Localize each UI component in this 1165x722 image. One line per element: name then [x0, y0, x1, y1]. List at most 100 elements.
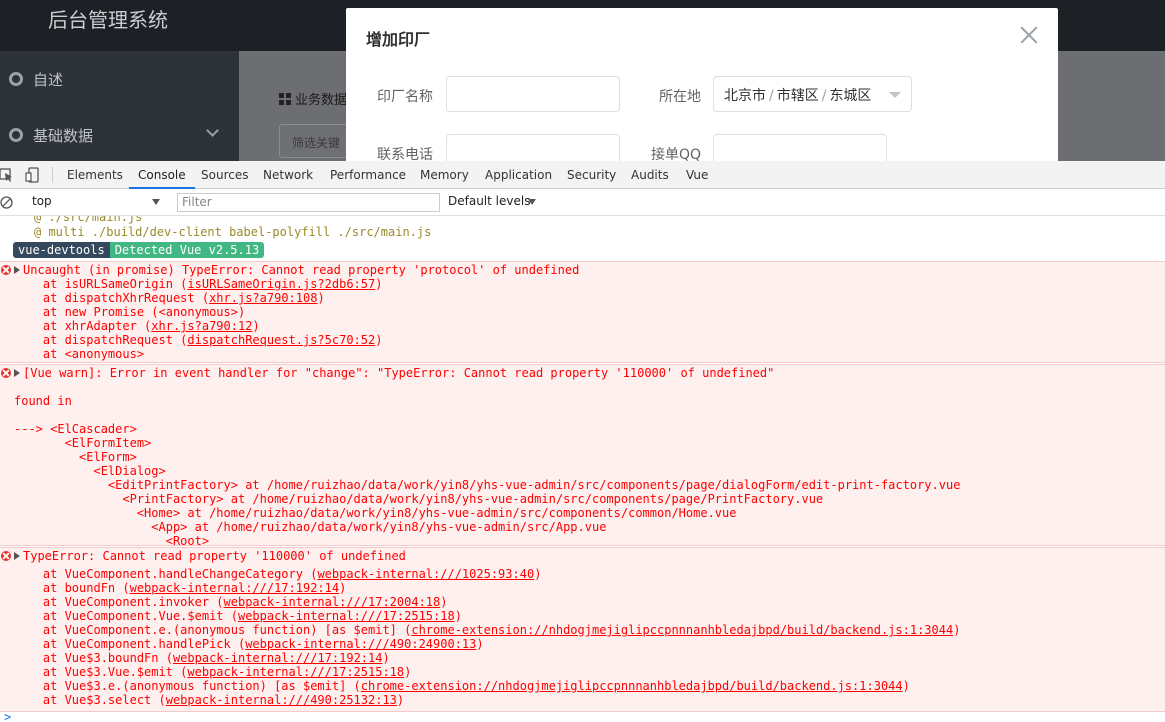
source-link[interactable]: webpack-internal:///490:25132:13	[166, 693, 397, 707]
dialog-title: 增加印厂	[366, 30, 431, 49]
stack-frame: at new Promise (<anonymous>)	[14, 305, 246, 319]
divider	[52, 167, 53, 183]
stack-frame: at xhrAdapter (xhr.js?a790:12)	[14, 319, 260, 333]
console-toolbar: top Filter Default levels	[0, 189, 1165, 216]
stack-frame: at VueComponent.e.(anonymous function) […	[14, 623, 961, 637]
component-tree-line: <PrintFactory> at /home/ruizhao/data/wor…	[14, 492, 824, 506]
source-link[interactable]: xhr.js?a790:12	[151, 319, 252, 333]
tab-memory[interactable]: Memory	[420, 161, 469, 189]
tab-application[interactable]: Application	[485, 161, 552, 189]
devtools-panel: Elements Console Sources Network Perform…	[0, 161, 1165, 722]
error-icon	[1, 551, 11, 561]
log-line: @ multi ./build/dev-client babel-polyfil…	[34, 225, 432, 239]
location-cascader[interactable]: 北京市 / 市辖区 / 东城区	[713, 76, 912, 112]
error-message: [Vue warn]: Error in event handler for "…	[23, 366, 775, 380]
vue-devtools-badge: vue-devtools Detected Vue v2.5.13	[13, 242, 265, 258]
log-line: @ ./src/main.js	[34, 216, 143, 224]
dropdown-arrow-icon	[152, 199, 160, 205]
qq-label: 接单QQ	[651, 147, 702, 161]
inspect-element-icon[interactable]	[0, 167, 14, 183]
component-tree-line: <Root>	[14, 534, 210, 548]
source-link[interactable]: xhr.js?a790:108	[209, 291, 317, 305]
tab-network[interactable]: Network	[263, 161, 313, 189]
brand-title: 后台管理系统	[48, 8, 168, 32]
tab-security[interactable]: Security	[567, 161, 616, 189]
factory-name-label: 印厂名称	[377, 89, 433, 105]
stack-frame: at isURLSameOrigin (isURLSameOrigin.js?2…	[14, 277, 383, 291]
source-link[interactable]: webpack-internal:///17:192:14	[173, 651, 383, 665]
stack-frame: at Vue$3.Vue.$emit (webpack-internal:///…	[14, 665, 412, 679]
found-in-label: found in	[14, 394, 72, 408]
app-area: 后台管理系统 自述 基础数据 业务数据 筛选关键 增加印厂 印厂名称 所在地 北…	[0, 0, 1165, 161]
error-message: Uncaught (in promise) TypeError: Cannot …	[23, 263, 580, 277]
section-title: 业务数据	[279, 89, 347, 108]
tab-audits[interactable]: Audits	[631, 161, 669, 189]
add-factory-dialog: 增加印厂 印厂名称 所在地 北京市 / 市辖区 / 东城区 联系电话 接单QQ	[346, 8, 1058, 161]
error-message: TypeError: Cannot read property '110000'…	[23, 549, 406, 563]
component-tree-line: <ElFormItem>	[14, 436, 152, 450]
source-link[interactable]: chrome-extension://nhdogjmejiglipccpnnna…	[411, 623, 953, 637]
stack-frame: at VueComponent.Vue.$emit (webpack-inter…	[14, 609, 462, 623]
source-link[interactable]: webpack-internal:///17:2515:18	[238, 609, 455, 623]
gear-icon	[9, 72, 23, 86]
component-tree-line: <App> at /home/ruizhao/data/work/yin8/yh…	[14, 520, 607, 534]
source-link[interactable]: webpack-internal:///490:24900:13	[245, 637, 476, 651]
stack-frame: at VueComponent.handleChangeCategory (we…	[14, 567, 542, 581]
factory-name-input[interactable]	[446, 76, 620, 112]
source-link[interactable]: dispatchRequest.js?5c70:52	[187, 333, 375, 347]
source-link[interactable]: webpack-internal:///17:2515:18	[187, 665, 404, 679]
gear-icon	[9, 128, 23, 142]
sidebar-item-label: 基础数据	[33, 126, 94, 145]
phone-label: 联系电话	[377, 147, 433, 161]
location-label: 所在地	[659, 89, 701, 105]
qq-input[interactable]	[713, 134, 887, 161]
dropdown-arrow-icon	[889, 92, 901, 98]
component-tree-line: <Home> at /home/ruizhao/data/work/yin8/y…	[14, 506, 737, 520]
expand-triangle-icon[interactable]	[14, 552, 20, 560]
stack-frame: at Vue$3.boundFn (webpack-internal:///17…	[14, 651, 390, 665]
console-output: @ ./src/main.js @ multi ./build/dev-clie…	[0, 216, 1165, 722]
console-prompt-icon[interactable]: >	[4, 710, 11, 722]
source-link[interactable]: isURLSameOrigin.js?2db6:57	[187, 277, 375, 291]
tab-elements[interactable]: Elements	[67, 161, 123, 189]
stack-frame: at Vue$3.e.(anonymous function) [as $emi…	[14, 679, 910, 693]
expand-triangle-icon[interactable]	[14, 369, 20, 377]
sidebar: 自述 基础数据	[0, 51, 239, 161]
sidebar-item-label: 自述	[33, 70, 64, 89]
stack-frame: at Vue$3.select (webpack-internal:///490…	[14, 693, 405, 707]
devtools-tabbar: Elements Console Sources Network Perform…	[0, 161, 1165, 189]
console-filter-input[interactable]: Filter	[177, 193, 440, 212]
tab-performance[interactable]: Performance	[330, 161, 406, 189]
phone-input[interactable]	[446, 134, 620, 161]
stack-frame: at dispatchRequest (dispatchRequest.js?5…	[14, 333, 383, 347]
context-selector[interactable]: top	[32, 194, 52, 208]
grid-icon	[279, 92, 291, 105]
component-tree-line: <ElForm>	[14, 450, 137, 464]
chevron-down-icon	[206, 124, 219, 137]
tab-sources[interactable]: Sources	[201, 161, 248, 189]
stack-frame: at <anonymous>	[14, 347, 145, 361]
component-tree-line: <ElDialog>	[14, 464, 166, 478]
sidebar-item-base-data[interactable]: 基础数据	[0, 107, 239, 161]
stack-frame: at boundFn (webpack-internal:///17:192:1…	[14, 581, 347, 595]
source-link[interactable]: webpack-internal:///1025:93:40	[317, 567, 534, 581]
close-icon[interactable]	[1018, 24, 1040, 46]
clear-console-icon[interactable]	[0, 196, 13, 209]
component-tree-line: <EditPrintFactory> at /home/ruizhao/data…	[14, 478, 961, 492]
source-link[interactable]: chrome-extension://nhdogjmejiglipccpnnna…	[361, 679, 903, 693]
tab-vue[interactable]: Vue	[686, 161, 708, 189]
tab-console[interactable]: Console	[129, 161, 195, 189]
error-icon	[1, 368, 11, 378]
sidebar-item-readme[interactable]: 自述	[0, 51, 239, 107]
source-link[interactable]: webpack-internal:///17:2004:18	[224, 595, 441, 609]
component-tree-line: ---> <ElCascader>	[14, 422, 137, 436]
error-icon	[1, 265, 11, 275]
source-link[interactable]: webpack-internal:///17:192:14	[130, 581, 340, 595]
stack-frame: at VueComponent.handlePick (webpack-inte…	[14, 637, 484, 651]
device-toolbar-icon[interactable]	[25, 167, 41, 183]
stack-frame: at VueComponent.invoker (webpack-interna…	[14, 595, 448, 609]
dropdown-arrow-icon	[528, 199, 536, 205]
log-levels-dropdown[interactable]: Default levels	[448, 194, 530, 208]
stack-frame: at dispatchXhrRequest (xhr.js?a790:108)	[14, 291, 325, 305]
expand-triangle-icon[interactable]	[14, 266, 20, 274]
